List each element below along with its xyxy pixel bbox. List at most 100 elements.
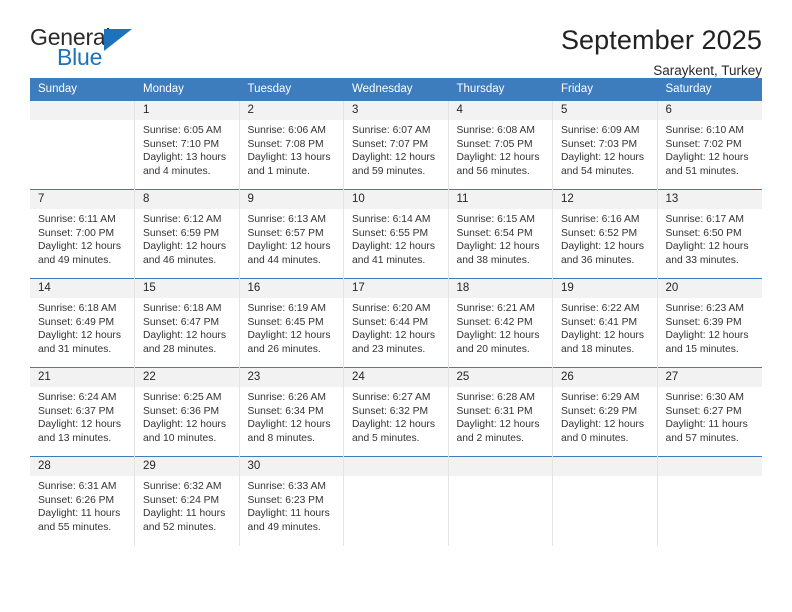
day-details: Sunrise: 6:09 AM Sunset: 7:03 PM Dayligh… [553,120,657,178]
sunrise-text: Sunrise: 6:13 AM [247,214,326,225]
day-cell[interactable]: 12 Sunrise: 6:16 AM Sunset: 6:52 PM Dayl… [552,189,658,279]
sunset-text: Sunset: 6:44 PM [352,316,429,328]
page-header: General Blue September 2025 Saraykent, T… [30,0,762,79]
day-number: 20 [657,279,762,298]
day-cell[interactable]: 10 Sunrise: 6:14 AM Sunset: 6:55 PM Dayl… [343,189,449,279]
day-details: Sunrise: 6:23 AM Sunset: 6:39 PM Dayligh… [658,298,762,356]
daylight-text-line1: Daylight: 12 hours [456,152,540,164]
day-cell[interactable]: 27 Sunrise: 6:30 AM Sunset: 6:27 PM Dayl… [657,367,762,457]
sunrise-text: Sunrise: 6:15 AM [456,214,535,225]
day-cell[interactable]: 4 Sunrise: 6:08 AM Sunset: 7:05 PM Dayli… [448,100,553,190]
day-cell[interactable]: 18 Sunrise: 6:21 AM Sunset: 6:42 PM Dayl… [448,278,553,368]
daylight-text-line2: and 13 minutes. [38,432,112,444]
day-cell[interactable]: 19 Sunrise: 6:22 AM Sunset: 6:41 PM Dayl… [552,278,658,368]
day-cell[interactable] [552,456,658,546]
day-cell[interactable]: 29 Sunrise: 6:32 AM Sunset: 6:24 PM Dayl… [134,456,240,546]
daylight-text-line2: and 10 minutes. [143,432,217,444]
day-details: Sunrise: 6:32 AM Sunset: 6:24 PM Dayligh… [135,476,239,534]
weekday-header-tuesday: Tuesday [239,78,344,101]
sunset-text: Sunset: 6:34 PM [247,405,324,417]
sunset-text: Sunset: 7:07 PM [352,138,429,150]
day-details: Sunrise: 6:07 AM Sunset: 7:07 PM Dayligh… [344,120,448,178]
sunset-text: Sunset: 7:02 PM [665,138,742,150]
day-cell[interactable]: 1 Sunrise: 6:05 AM Sunset: 7:10 PM Dayli… [134,100,240,190]
day-number: 24 [344,368,448,387]
day-details: Sunrise: 6:18 AM Sunset: 6:47 PM Dayligh… [135,298,239,356]
day-details: Sunrise: 6:25 AM Sunset: 6:36 PM Dayligh… [135,387,239,445]
sunrise-text: Sunrise: 6:23 AM [665,303,744,314]
day-cell[interactable]: 30 Sunrise: 6:33 AM Sunset: 6:23 PM Dayl… [239,456,344,546]
day-details: Sunrise: 6:10 AM Sunset: 7:02 PM Dayligh… [658,120,762,178]
day-number: 6 [657,101,762,120]
day-cell[interactable]: 15 Sunrise: 6:18 AM Sunset: 6:47 PM Dayl… [134,278,240,368]
day-cell[interactable]: 6 Sunrise: 6:10 AM Sunset: 7:02 PM Dayli… [657,100,762,190]
day-cell[interactable]: 21 Sunrise: 6:24 AM Sunset: 6:37 PM Dayl… [30,367,135,457]
day-number: 19 [553,279,657,298]
sunrise-text: Sunrise: 6:26 AM [247,392,326,403]
day-number: 5 [553,101,657,120]
sunset-text: Sunset: 6:57 PM [247,227,324,239]
day-cell[interactable]: 25 Sunrise: 6:28 AM Sunset: 6:31 PM Dayl… [448,367,553,457]
sunset-text: Sunset: 6:26 PM [38,494,115,506]
day-number: 30 [239,457,343,476]
day-details [658,476,762,480]
daylight-text-line2: and 51 minutes. [665,165,739,177]
day-cell[interactable]: 24 Sunrise: 6:27 AM Sunset: 6:32 PM Dayl… [343,367,449,457]
sunset-text: Sunset: 6:24 PM [143,494,220,506]
day-cell[interactable]: 28 Sunrise: 6:31 AM Sunset: 6:26 PM Dayl… [30,456,135,546]
day-cell[interactable]: 17 Sunrise: 6:20 AM Sunset: 6:44 PM Dayl… [343,278,449,368]
day-cell[interactable] [343,456,449,546]
daylight-text-line2: and 44 minutes. [247,254,321,266]
daylight-text-line2: and 18 minutes. [561,343,635,355]
day-cell[interactable]: 14 Sunrise: 6:18 AM Sunset: 6:49 PM Dayl… [30,278,135,368]
sunset-text: Sunset: 6:49 PM [38,316,115,328]
day-cell[interactable] [657,456,762,546]
daylight-text-line2: and 55 minutes. [38,521,112,533]
sunset-text: Sunset: 6:29 PM [561,405,638,417]
day-cell[interactable]: 22 Sunrise: 6:25 AM Sunset: 6:36 PM Dayl… [134,367,240,457]
daylight-text-line1: Daylight: 12 hours [38,241,121,253]
daylight-text-line2: and 59 minutes. [352,165,426,177]
day-cell[interactable]: 20 Sunrise: 6:23 AM Sunset: 6:39 PM Dayl… [657,278,762,368]
calendar-table: Sunday Monday Tuesday Wednesday Thursday… [30,78,762,546]
day-cell[interactable]: 2 Sunrise: 6:06 AM Sunset: 7:08 PM Dayli… [239,100,344,190]
weekday-header-friday: Friday [552,78,658,101]
day-cell[interactable] [30,100,135,190]
daylight-text-line1: Daylight: 12 hours [247,419,331,431]
weekday-header-wednesday: Wednesday [343,78,449,101]
day-number: 21 [30,368,134,387]
day-cell[interactable]: 7 Sunrise: 6:11 AM Sunset: 7:00 PM Dayli… [30,189,135,279]
daylight-text-line1: Daylight: 13 hours [247,152,331,164]
day-number: 13 [657,190,762,209]
day-details: Sunrise: 6:16 AM Sunset: 6:52 PM Dayligh… [553,209,657,267]
sunrise-text: Sunrise: 6:12 AM [143,214,222,225]
day-cell[interactable]: 23 Sunrise: 6:26 AM Sunset: 6:34 PM Dayl… [239,367,344,457]
daylight-text-line1: Daylight: 11 hours [38,508,121,520]
sunrise-text: Sunrise: 6:18 AM [38,303,117,314]
daylight-text-line2: and 26 minutes. [247,343,321,355]
weekday-header-sunday: Sunday [30,78,135,101]
day-details: Sunrise: 6:22 AM Sunset: 6:41 PM Dayligh… [553,298,657,356]
day-cell[interactable]: 9 Sunrise: 6:13 AM Sunset: 6:57 PM Dayli… [239,189,344,279]
day-details [30,120,134,124]
day-cell[interactable]: 3 Sunrise: 6:07 AM Sunset: 7:07 PM Dayli… [343,100,449,190]
daylight-text-line2: and 46 minutes. [143,254,217,266]
day-number [30,101,134,120]
day-cell[interactable] [448,456,553,546]
daylight-text-line2: and 20 minutes. [456,343,530,355]
day-details: Sunrise: 6:21 AM Sunset: 6:42 PM Dayligh… [449,298,553,356]
day-cell[interactable]: 26 Sunrise: 6:29 AM Sunset: 6:29 PM Dayl… [552,367,658,457]
day-cell[interactable]: 13 Sunrise: 6:17 AM Sunset: 6:50 PM Dayl… [657,189,762,279]
day-cell[interactable]: 8 Sunrise: 6:12 AM Sunset: 6:59 PM Dayli… [134,189,240,279]
daylight-text-line1: Daylight: 12 hours [38,419,121,431]
day-cell[interactable]: 16 Sunrise: 6:19 AM Sunset: 6:45 PM Dayl… [239,278,344,368]
day-number: 26 [553,368,657,387]
day-cell[interactable]: 5 Sunrise: 6:09 AM Sunset: 7:03 PM Dayli… [552,100,658,190]
daylight-text-line1: Daylight: 12 hours [665,152,749,164]
daylight-text-line2: and 31 minutes. [38,343,112,355]
daylight-text-line1: Daylight: 12 hours [247,241,331,253]
day-details [553,476,657,480]
day-details: Sunrise: 6:14 AM Sunset: 6:55 PM Dayligh… [344,209,448,267]
day-details [344,476,448,480]
day-cell[interactable]: 11 Sunrise: 6:15 AM Sunset: 6:54 PM Dayl… [448,189,553,279]
